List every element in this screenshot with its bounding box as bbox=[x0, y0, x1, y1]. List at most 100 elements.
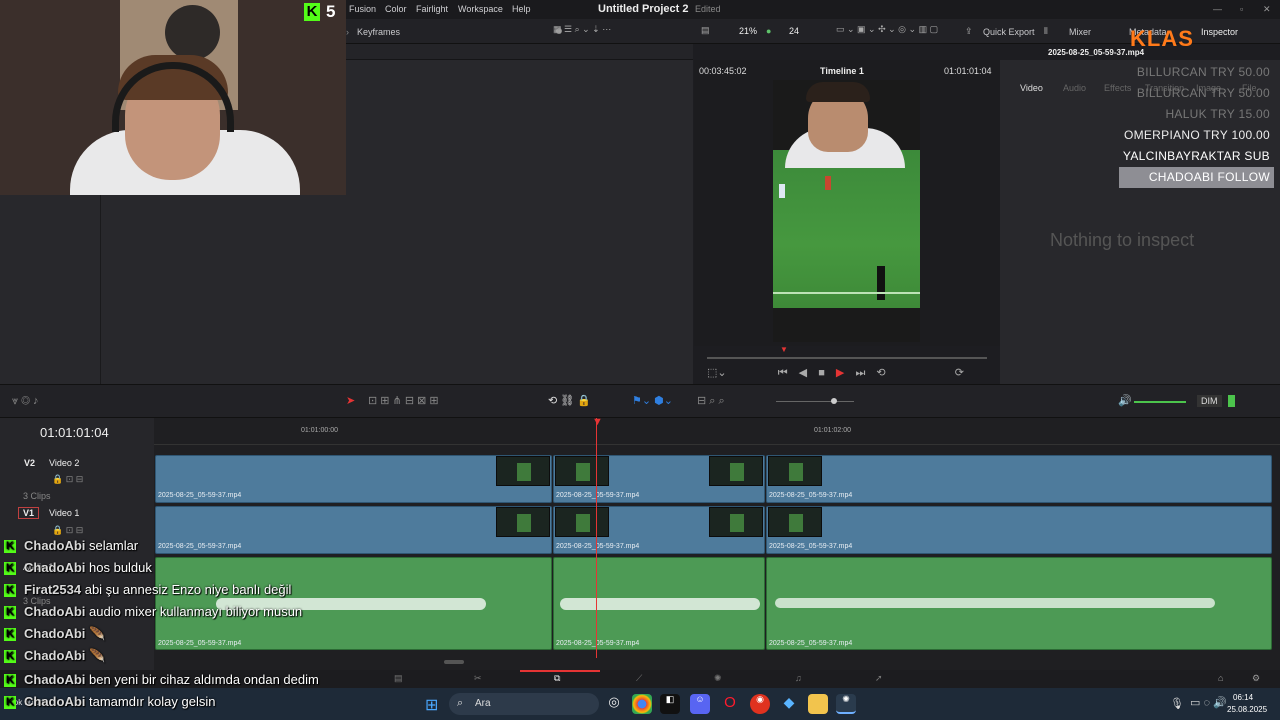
viewer-tools-icon[interactable]: ▭ ⌄ ▣ ⌄ ✣ ⌄ ◎ ⌄ ▥ ▢ bbox=[836, 24, 938, 35]
loop-icon[interactable]: ⟲ bbox=[876, 367, 885, 379]
fusion-page-icon[interactable]: ⟋ bbox=[636, 673, 642, 684]
inspector-tab-audio[interactable]: Audio bbox=[1063, 83, 1086, 93]
track-clips-v2: 3 Clips bbox=[23, 491, 51, 501]
select-tool-icon[interactable]: ➤ bbox=[346, 394, 355, 407]
zoom-level[interactable]: 21% bbox=[739, 26, 757, 36]
dim-button[interactable]: DIM bbox=[1197, 395, 1222, 407]
color-page-icon[interactable]: ✺ bbox=[714, 673, 722, 684]
zoom-handle[interactable] bbox=[831, 398, 837, 404]
chrome-icon[interactable] bbox=[632, 694, 652, 714]
timeline-name[interactable]: Timeline 1 bbox=[820, 66, 864, 76]
task-view-icon[interactable]: ◎ bbox=[604, 694, 624, 714]
clock-time[interactable]: 06:14 bbox=[1233, 693, 1253, 702]
clip-label: 2025-08-25_05-59-37.mp4 bbox=[769, 543, 853, 550]
timeline-scrollbar[interactable] bbox=[444, 660, 464, 664]
track-name-v2[interactable]: Video 2 bbox=[49, 458, 79, 468]
volume-slider[interactable] bbox=[1134, 401, 1186, 403]
menu-fairlight[interactable]: Fairlight bbox=[416, 4, 448, 14]
chat-username: Firat2534 bbox=[24, 582, 82, 597]
timeline-toolbar: ⩔ ◎ ♪ ➤ ⊡ ⊞ ⋔ ⊟ ⊠ ⊞ ⟲ ⛓ 🔒 ⚑⌄ ⬢⌄ ⊟ ⌕ ⌕ 🔊 … bbox=[0, 384, 1280, 418]
last-frame-icon[interactable]: ⏭ bbox=[855, 367, 865, 379]
fps-value[interactable]: 24 bbox=[789, 26, 799, 36]
audio-clip[interactable]: 2025-08-25_05-59-37.mp4 bbox=[766, 557, 1272, 650]
settings-gear-icon[interactable]: ⚙ bbox=[1252, 673, 1260, 684]
alert-item: BILLURCAN TRY 50.00 bbox=[1136, 86, 1270, 100]
menu-workspace[interactable]: Workspace bbox=[458, 4, 503, 14]
playhead[interactable] bbox=[596, 418, 597, 658]
grid-icon[interactable]: ▦ ☰ ⌕ ⌄ ⇣ ⋯ bbox=[553, 24, 611, 35]
minimize-icon[interactable]: — bbox=[1213, 4, 1222, 14]
home-icon[interactable]: ⌂ bbox=[1218, 673, 1223, 683]
track-controls-icon[interactable]: 🔒 ⊡ ⊟ bbox=[52, 474, 83, 485]
stop-icon[interactable]: ■ bbox=[818, 367, 825, 379]
app-icon[interactable]: ◉ bbox=[750, 694, 770, 714]
video-clip[interactable]: 2025-08-25_05-59-37.mp4 bbox=[766, 455, 1272, 503]
clock-date[interactable]: 25.08.2025 bbox=[1227, 705, 1267, 714]
start-icon[interactable]: ⊞ bbox=[425, 695, 438, 715]
snap-icon[interactable]: ⟲ ⛓ 🔒 bbox=[548, 394, 591, 407]
project-title: Untitled Project 2 bbox=[598, 3, 689, 15]
davinci-resolve-icon[interactable]: ✺ bbox=[836, 694, 856, 714]
mixer-button[interactable]: Mixer bbox=[1069, 27, 1091, 37]
timeline-ruler[interactable]: 01:01:00:00 01:01:02:00 bbox=[154, 418, 1280, 445]
timeline-view-icons[interactable]: ⩔ ◎ ♪ bbox=[12, 395, 39, 408]
kick-badge-icon: K bbox=[4, 540, 16, 554]
scrub-bar[interactable] bbox=[707, 357, 987, 359]
clip-label: 2025-08-25_05-59-37.mp4 bbox=[556, 640, 640, 647]
volume-icon[interactable]: 🔊 bbox=[1118, 394, 1132, 407]
search-box[interactable]: ⌕ Ara bbox=[449, 693, 599, 715]
chat-username: ChadoAbi bbox=[24, 626, 86, 641]
dartboard bbox=[165, 5, 220, 60]
close-icon[interactable]: ✕ bbox=[1263, 4, 1271, 15]
crop-icon[interactable]: ⬚⌄ bbox=[707, 367, 727, 379]
zoom-icons[interactable]: ⊟ ⌕ ⌕ bbox=[697, 394, 725, 408]
transport-controls: ⬚⌄ ⏮ ◀ ■ ▶ ⏭ ⟲ ⟳ bbox=[707, 366, 964, 380]
clip-label: 2025-08-25_05-59-37.mp4 bbox=[158, 492, 242, 499]
video-clip[interactable]: 2025-08-25_05-59-37.mp4 bbox=[155, 455, 552, 503]
track-id-v1[interactable]: V1 bbox=[18, 507, 40, 519]
quick-export-icon[interactable]: ⇪ bbox=[965, 26, 973, 37]
fairlight-page-icon[interactable]: ♫ bbox=[795, 673, 802, 683]
audio-waveform bbox=[775, 598, 1215, 608]
opera-icon[interactable]: O bbox=[720, 694, 740, 714]
menu-fusion[interactable]: Fusion bbox=[349, 4, 376, 14]
track-id-v2[interactable]: V2 bbox=[24, 458, 35, 468]
capcut-icon[interactable]: ◧ bbox=[660, 694, 680, 714]
mic-icon[interactable]: 🎙 bbox=[1170, 697, 1184, 710]
viewer-layout-icon[interactable]: ▤ bbox=[701, 25, 710, 36]
zoom-slider[interactable] bbox=[776, 401, 854, 402]
fullscreen-icon[interactable]: ⟳ bbox=[955, 367, 964, 379]
tray-icons[interactable]: ▭ ◌ 🔊 bbox=[1190, 696, 1227, 709]
vscode-icon[interactable]: ◆ bbox=[779, 694, 799, 714]
scrub-handle-icon[interactable]: ▼ bbox=[780, 345, 788, 354]
inspector-tab-video[interactable]: Video bbox=[1020, 83, 1043, 93]
folder-icon[interactable] bbox=[808, 694, 828, 714]
video-clip[interactable]: 2025-08-25_05-59-37.mp4 bbox=[766, 506, 1272, 554]
mixer-icon[interactable]: ⫴ bbox=[1044, 26, 1048, 37]
deliver-page-icon[interactable]: ➚ bbox=[875, 673, 883, 684]
inspector-button[interactable]: Inspector bbox=[1201, 27, 1238, 37]
expand-icon[interactable]: › bbox=[346, 27, 349, 37]
viewer-count: 5 bbox=[326, 2, 336, 21]
first-frame-icon[interactable]: ⏮ bbox=[778, 367, 788, 379]
menu-help[interactable]: Help bbox=[512, 4, 531, 14]
menu-color[interactable]: Color bbox=[385, 4, 407, 14]
playhead-handle-icon[interactable]: ▼ bbox=[592, 416, 603, 428]
flag-icon[interactable]: ⚑⌄ ⬢⌄ bbox=[632, 394, 673, 407]
discord-icon[interactable]: ☺ bbox=[690, 694, 710, 714]
video-clip[interactable]: 2025-08-25_05-59-37.mp4 bbox=[155, 506, 552, 554]
cut-page-icon[interactable]: ✂ bbox=[474, 673, 482, 684]
media-page-icon[interactable]: ▤ bbox=[394, 673, 403, 684]
audio-clip[interactable]: 2025-08-25_05-59-37.mp4 bbox=[553, 557, 765, 650]
track-name-v1[interactable]: Video 1 bbox=[49, 508, 79, 518]
chat-message: K Firat2534 abi şu annesiz Enzo niye banl… bbox=[4, 582, 291, 598]
play-icon[interactable]: ▶ bbox=[836, 367, 844, 379]
chat-username: ChadoAbi bbox=[24, 560, 86, 575]
maximize-icon[interactable]: ▫ bbox=[1240, 4, 1243, 14]
step-back-icon[interactable]: ◀ bbox=[799, 367, 807, 379]
edit-page-icon[interactable]: ⧉ bbox=[554, 673, 560, 684]
quick-export-button[interactable]: Quick Export bbox=[983, 27, 1035, 37]
edit-tools-icon[interactable]: ⊡ ⊞ ⋔ ⊟ ⊠ ⊞ bbox=[368, 394, 439, 407]
keyframes-tab[interactable]: Keyframes bbox=[357, 27, 400, 37]
track-controls-icon[interactable]: 🔒 ⊡ ⊟ bbox=[52, 525, 83, 536]
